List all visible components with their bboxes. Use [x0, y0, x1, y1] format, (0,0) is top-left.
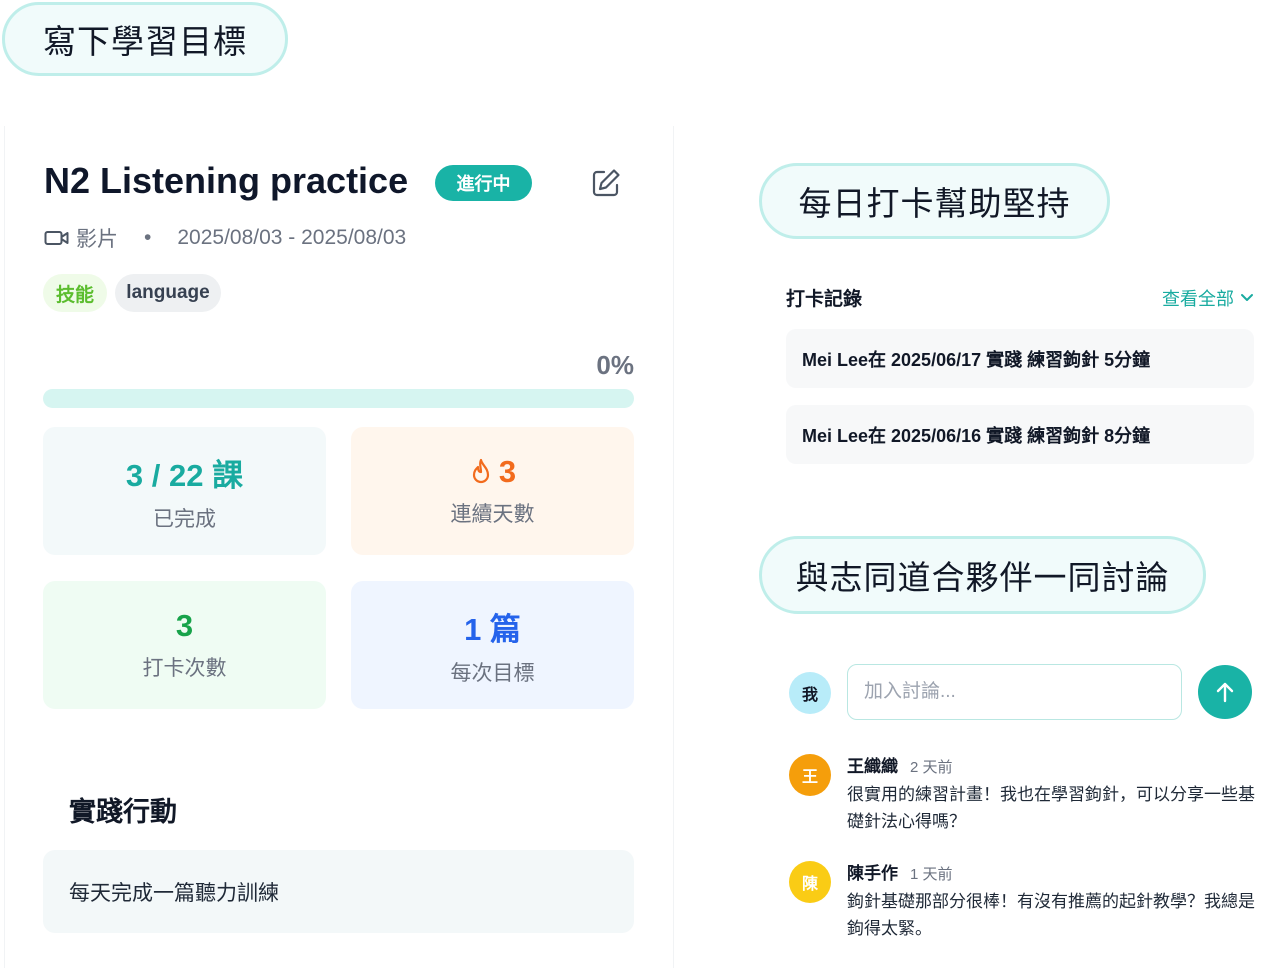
stat-checkins: 3 打卡次數 [43, 581, 326, 709]
tag-language[interactable]: language [115, 274, 221, 312]
flame-icon [472, 458, 489, 484]
stat-completed: 3 / 22 課 已完成 [43, 427, 326, 555]
stat-streak: 3 連續天數 [351, 427, 634, 555]
stat-target: 1 篇 每次目標 [351, 581, 634, 709]
section-label-goals: 寫下學習目標 [2, 2, 288, 76]
checkin-item: Mei Lee在 2025/06/16 實踐 練習鉤針 8分鐘 [786, 405, 1254, 464]
progress-bar [43, 389, 634, 408]
tag-skill[interactable]: 技能 [43, 274, 107, 312]
view-all-button[interactable]: 查看全部 [1162, 285, 1254, 311]
stat-streak-value: 3 [498, 454, 517, 489]
meta-separator: • [144, 226, 152, 249]
checkin-header: 打卡記錄 查看全部 [786, 284, 1254, 311]
my-avatar: 我 [789, 672, 831, 714]
comment-input[interactable] [847, 664, 1182, 720]
edit-icon[interactable] [590, 167, 622, 199]
stat-completed-value: 3 / 22 課 [125, 457, 244, 493]
progress-percent: 0% [596, 350, 634, 380]
stat-checkins-value: 3 [175, 608, 194, 643]
actions-title: 實踐行動 [69, 797, 177, 827]
stat-streak-label: 連續天數 [450, 503, 535, 526]
comment-author: 王織織 [847, 757, 898, 776]
section-label-discussion: 與志同道合夥伴一同討論 [759, 536, 1206, 614]
checkin-item: Mei Lee在 2025/06/17 實踐 練習鉤針 5分鐘 [786, 329, 1254, 388]
video-icon [44, 231, 69, 245]
checkin-title: 打卡記錄 [786, 289, 863, 310]
send-button[interactable] [1198, 665, 1252, 719]
comment-time: 1 天前 [910, 866, 953, 883]
view-all-label: 查看全部 [1162, 288, 1234, 309]
goal-date-range: 2025/08/03 - 2025/08/03 [177, 226, 407, 249]
stat-completed-label: 已完成 [153, 507, 216, 531]
stat-target-label: 每次目標 [450, 661, 535, 685]
comment-text: 鉤針基礎那部分很棒！有沒有推薦的起針教學？我總是鉤得太緊。 [847, 892, 1255, 938]
action-item: 每天完成一篇聽力訓練 [43, 850, 634, 933]
comment-avatar: 王 [789, 754, 831, 796]
comment-time: 2 天前 [910, 759, 953, 776]
status-badge: 進行中 [435, 165, 532, 201]
chevron-down-icon [1241, 293, 1253, 301]
goal-title: N2 Listening practice [44, 160, 409, 201]
comment-avatar: 陳 [789, 861, 831, 903]
goal-type: 影片 [76, 228, 118, 251]
comment-text: 很實用的練習計畫！我也在學習鉤針，可以分享一些基礎針法心得嗎？ [847, 785, 1255, 831]
stat-checkins-label: 打卡次數 [142, 657, 227, 680]
comment-author: 陳手作 [847, 864, 898, 883]
arrow-up-icon [1216, 682, 1234, 703]
goal-meta: 影片 • 2025/08/03 - 2025/08/03 [44, 224, 406, 252]
section-label-checkin: 每日打卡幫助堅持 [759, 163, 1110, 239]
stat-target-value: 1 篇 [464, 611, 521, 647]
